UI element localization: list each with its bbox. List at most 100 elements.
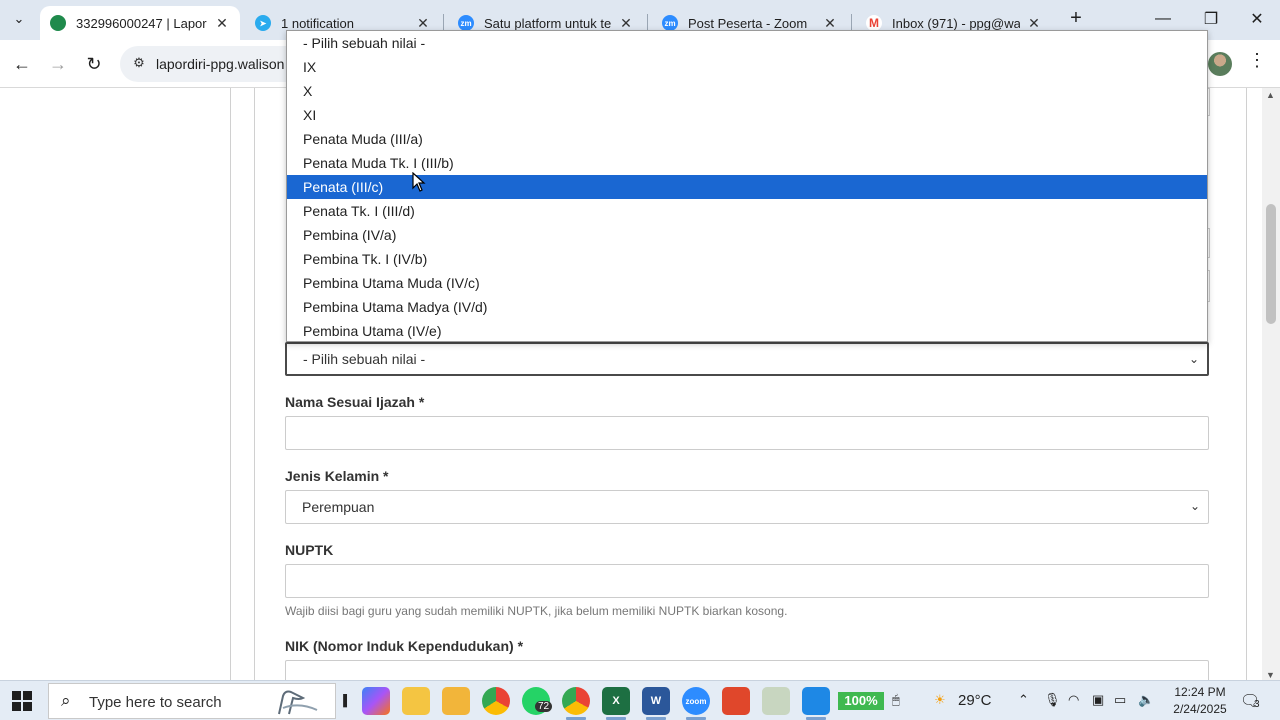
excel-icon[interactable]: X [602,687,630,715]
dropdown-option[interactable]: Pembina Utama (IV/e) [287,319,1207,343]
jenis-kelamin-select[interactable]: Perempuan ⌄ [285,490,1209,524]
word-icon[interactable]: W [642,687,670,715]
notification-count: 3 [1254,699,1260,710]
required-mark: * [383,468,389,484]
telegram-icon: ➤ [255,15,271,31]
tab-title: 1 notification [281,15,354,31]
zoom-level-badge[interactable]: 100% [838,692,884,710]
taskbar-search[interactable]: ⌕ Type here to search [48,683,336,719]
dropdown-option[interactable]: Pembina Tk. I (IV/b) [287,247,1207,271]
scroll-thumb[interactable] [1266,204,1276,324]
required-mark: * [517,638,524,654]
url-text: lapordiri-ppg.walison [156,56,285,72]
nuptk-label: NUPTK [285,542,333,558]
file-explorer-icon[interactable] [442,687,470,715]
content-border [230,88,231,688]
select-value: - Pilih sebuah nilai - [303,351,426,367]
camera-icon[interactable]: ▣ [1092,692,1104,708]
profile-avatar[interactable] [1208,52,1232,76]
dropdown-option[interactable]: Penata Muda (III/a) [287,127,1207,151]
photos-icon[interactable] [802,687,830,715]
chevron-down-icon: ⌄ [1189,499,1200,513]
label-text: NUPTK [285,542,334,558]
required-mark: * [418,394,425,410]
clock-time: 12:24 PM [1174,685,1226,699]
minimize-icon: — [1155,10,1171,27]
volume-icon[interactable]: 🔈 [1138,692,1154,708]
nama-label: Nama Sesuai Ijazah * [285,394,424,410]
close-window-button[interactable]: ✕ [1234,4,1280,34]
content-border [254,88,255,688]
green-seal-icon [50,15,66,31]
new-tab-button[interactable]: + [1065,8,1087,30]
clock-date: 2/24/2025 [1173,702,1227,716]
back-button[interactable]: ← [8,50,36,78]
close-icon[interactable]: ✕ [1026,15,1042,32]
label-text: NIK (Nomor Induk Kependudukan) [285,638,514,654]
nik-label: NIK (Nomor Induk Kependudukan) * [285,638,523,654]
label-text: Jenis Kelamin [285,468,380,484]
dropdown-option[interactable]: Pembina (IV/a) [287,223,1207,247]
battery-icon[interactable]: ▭ [1114,692,1126,708]
windows-start-button[interactable] [12,691,32,711]
nuptk-input[interactable] [285,564,1209,598]
more-vert-icon: ⋮ [1248,50,1266,70]
weather-icon[interactable]: ☀ [934,692,946,708]
task-view-icon[interactable]: ▌ [343,687,351,715]
nuptk-help-text: Wajib diisi bagi guru yang sudah memilik… [285,604,788,618]
reload-icon: ↻ [86,53,102,74]
scroll-down-icon[interactable]: ▼ [1266,670,1275,680]
tab-title: Satu platform untuk terh [484,15,612,31]
mouse-icon[interactable]: 🖱 [892,692,900,708]
wifi-icon[interactable]: ◠ [1068,692,1079,708]
windows-taskbar: ⌕ Type here to search ▌ 72 X W zoom 100%… [0,680,1280,720]
plus-icon: + [1070,7,1082,29]
chrome-icon[interactable] [482,687,510,715]
golongan-select[interactable]: - Pilih sebuah nilai - ⌄ [285,342,1209,376]
system-clock[interactable]: 12:24 PM 2/24/2025 [1168,684,1232,718]
dropdown-option[interactable]: XI [287,103,1207,127]
dropdown-option[interactable]: X [287,79,1207,103]
pdf-app-icon[interactable] [722,687,750,715]
microphone-icon[interactable]: 🎙 [1044,692,1061,708]
chrome-active-icon[interactable] [562,687,590,715]
chevron-up-icon[interactable]: ⌃ [1018,692,1029,708]
browser-menu-button[interactable]: ⋮ [1247,50,1267,78]
restore-icon: ❐ [1203,11,1219,28]
nama-input[interactable] [285,416,1209,450]
copilot-icon[interactable] [362,687,390,715]
dropdown-option[interactable]: Pembina Utama Madya (IV/d) [287,295,1207,319]
whatsapp-badge: 72 [535,701,553,712]
close-icon[interactable]: ✕ [415,15,431,32]
gmail-icon: M [866,15,882,31]
arrow-right-icon: → [49,53,67,74]
label-text: Nama Sesuai Ijazah [285,394,415,410]
select-value: Perempuan [302,499,375,515]
paint-icon[interactable] [762,687,790,715]
weather-temp[interactable]: 29°C [958,692,992,709]
zoom-app-icon[interactable]: zoom [682,687,710,715]
scroll-up-icon[interactable]: ▲ [1266,90,1275,100]
arrow-left-icon: ← [13,53,31,74]
forward-button[interactable]: → [44,50,72,78]
jenis-kelamin-label: Jenis Kelamin * [285,468,389,484]
search-placeholder: Type here to search [89,694,222,711]
search-icon: ⌕ [61,691,71,710]
tab-search-button[interactable]: ⌄ [6,6,32,32]
reload-button[interactable]: ↻ [80,50,108,78]
tab-title: Inbox (971) - ppg@walis [892,15,1020,31]
sticky-notes-icon[interactable] [402,687,430,715]
site-info-icon[interactable]: ⚙ [130,55,148,73]
dropdown-option[interactable]: - Pilih sebuah nilai - [287,31,1207,55]
close-icon[interactable]: ✕ [618,15,634,32]
page-scrollbar[interactable]: ▲ ▼ [1262,88,1280,688]
dropdown-option[interactable]: IX [287,55,1207,79]
chevron-down-icon: ⌄ [1188,352,1199,366]
dropdown-option[interactable]: Penata Tk. I (III/d) [287,199,1207,223]
close-icon[interactable]: ✕ [214,15,230,32]
tab-lapor-diri[interactable]: 332996000247 | Lapor Di ✕ [40,6,240,40]
close-icon: ✕ [1250,11,1264,28]
chevron-down-icon: ⌄ [13,11,25,26]
close-icon[interactable]: ✕ [822,15,838,32]
dropdown-option[interactable]: Pembina Utama Muda (IV/c) [287,271,1207,295]
